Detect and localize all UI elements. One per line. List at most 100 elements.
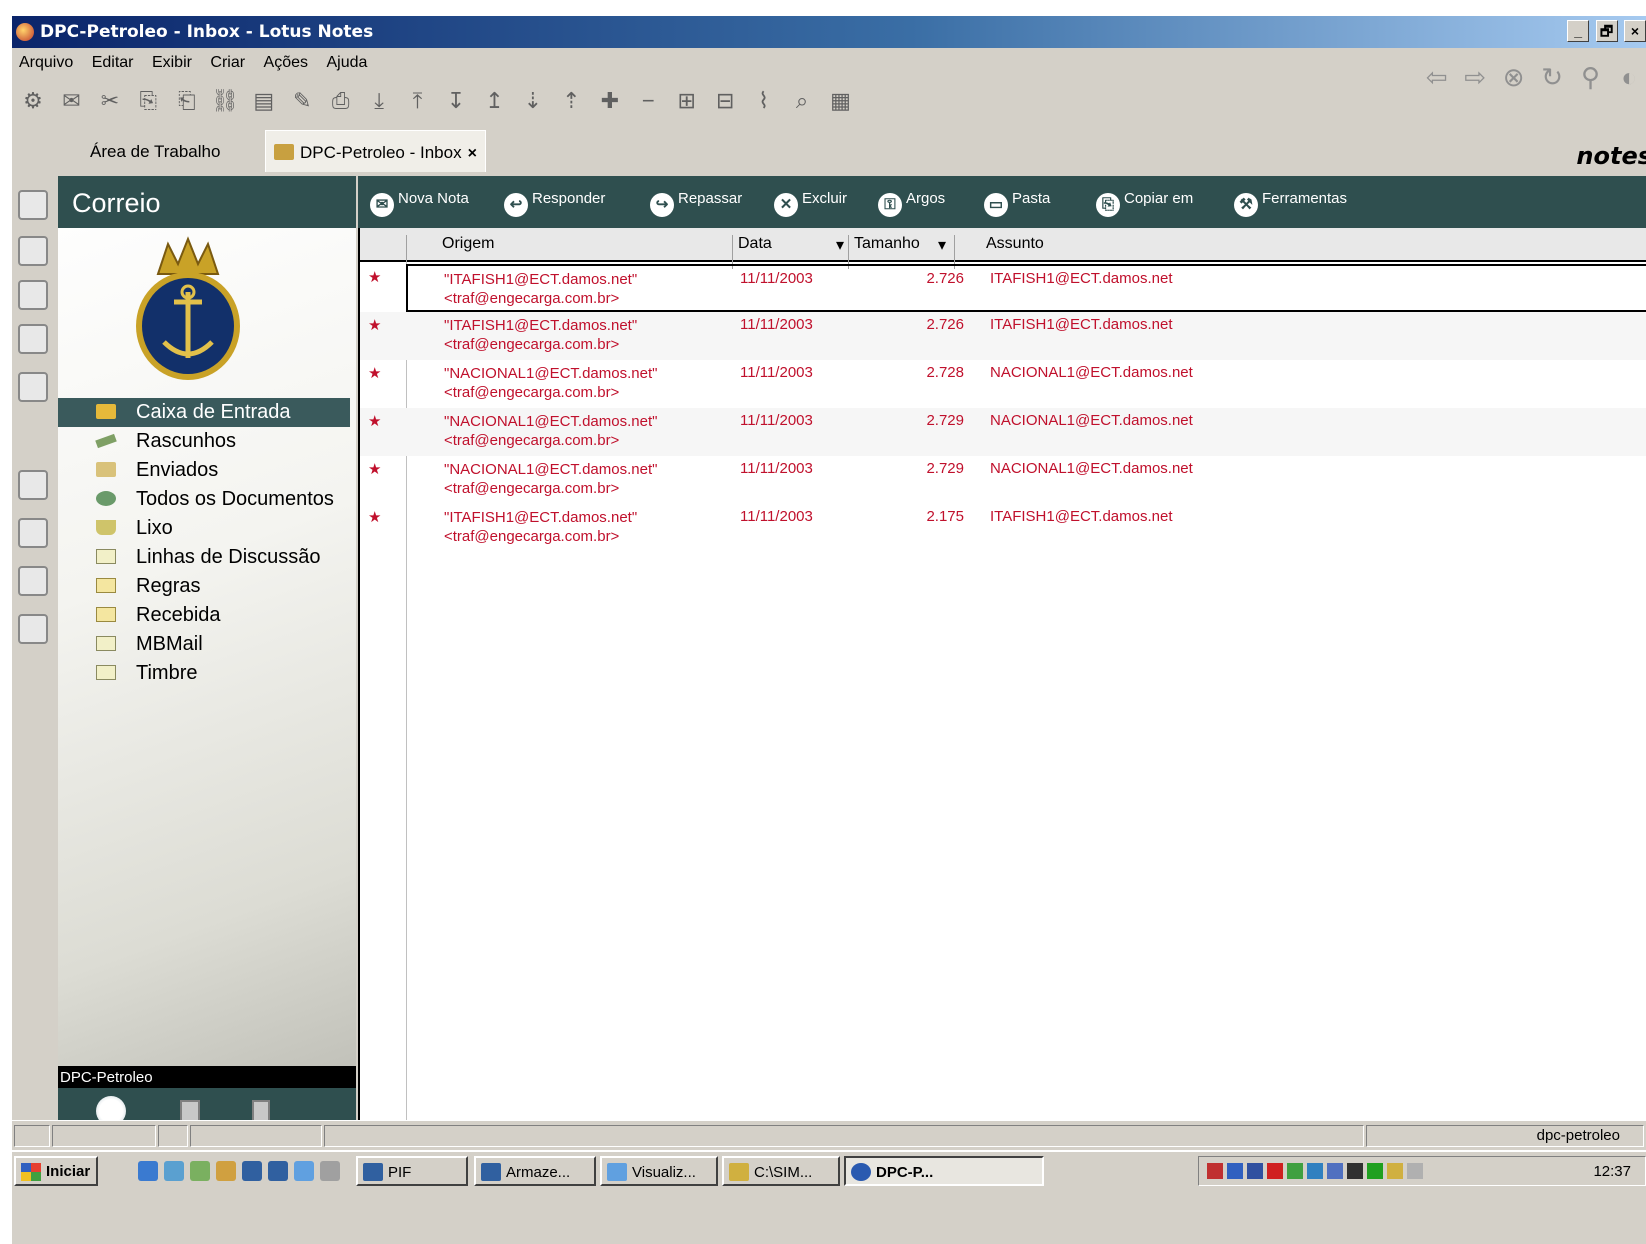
tray-icon[interactable]	[1327, 1163, 1343, 1179]
folder-regras[interactable]: Regras	[58, 572, 356, 601]
tray-icon[interactable]	[1247, 1163, 1263, 1179]
refresh-icon[interactable]: ↻	[1535, 60, 1569, 94]
column-tamanho[interactable]: Tamanho	[854, 235, 920, 253]
status-segment[interactable]	[52, 1125, 156, 1147]
delete-button[interactable]: ✕ Excluir	[774, 190, 847, 217]
document-icon[interactable]: ▤	[249, 86, 279, 116]
table-row[interactable]: ★ "ITAFISH1@ECT.damos.net" <traf@engecarg…	[360, 504, 1646, 552]
app-icon[interactable]	[242, 1161, 262, 1181]
status-segment[interactable]	[158, 1125, 188, 1147]
mail-bookmark-icon[interactable]	[18, 190, 48, 220]
window-icon[interactable]	[320, 1161, 340, 1181]
folder-mbmail[interactable]: MBMail	[58, 630, 356, 659]
start-button[interactable]: Iniciar	[14, 1156, 99, 1186]
globe-icon[interactable]: ◐	[1612, 60, 1646, 94]
folder-rascunhos[interactable]: Rascunhos	[58, 427, 356, 456]
collapse-icon[interactable]: −	[633, 86, 663, 116]
search-icon[interactable]: ⚲	[1574, 60, 1608, 94]
tab-close-icon[interactable]: ×	[468, 145, 477, 162]
view-grid-icon[interactable]: ▦	[826, 86, 856, 116]
sort-arrow-icon[interactable]: ▾	[938, 235, 946, 255]
reply-button[interactable]: ↩ Responder	[504, 190, 605, 217]
todo-bookmark-icon[interactable]	[18, 324, 48, 354]
replication-bookmark-icon[interactable]	[18, 372, 48, 402]
edit-icon[interactable]: ✎	[287, 86, 317, 116]
media-icon[interactable]	[294, 1161, 314, 1181]
sort-arrow-icon[interactable]: ▾	[836, 235, 844, 255]
move-down-icon[interactable]: ⤓	[364, 86, 394, 116]
status-segment[interactable]	[190, 1125, 322, 1147]
next-icon[interactable]: ↧	[441, 86, 471, 116]
tab-inbox[interactable]: DPC-Petroleo - Inbox ×	[265, 130, 486, 172]
new-memo-button[interactable]: ✉ Nova Nota	[370, 190, 469, 217]
taskbar-button-visualiz[interactable]: Visualiz...	[600, 1156, 718, 1186]
tools-button[interactable]: ⚒ Ferramentas	[1234, 190, 1347, 217]
tray-icon[interactable]	[1287, 1163, 1303, 1179]
minimize-button[interactable]: _	[1567, 20, 1590, 42]
menu-criar[interactable]: Criar	[203, 50, 252, 72]
forward-arrow-icon[interactable]: ⇨	[1458, 60, 1492, 94]
folder-lixo[interactable]: Lixo	[58, 514, 356, 543]
expand-icon[interactable]: ✚	[595, 86, 625, 116]
tray-icon[interactable]	[1367, 1163, 1383, 1179]
column-assunto[interactable]: Assunto	[986, 235, 1044, 253]
link-icon[interactable]: ⛓	[210, 86, 240, 116]
web-bookmark-icon[interactable]	[18, 614, 48, 644]
tray-icon[interactable]	[1227, 1163, 1243, 1179]
tray-icon[interactable]	[1207, 1163, 1223, 1179]
move-top-icon[interactable]: ⤒	[403, 86, 433, 116]
copy-icon[interactable]: ⎘	[133, 86, 163, 116]
editor-icon[interactable]	[216, 1161, 236, 1181]
paste-icon[interactable]: ⎗	[172, 86, 202, 116]
column-data[interactable]: Data	[738, 235, 772, 253]
desktop-icon[interactable]	[164, 1161, 184, 1181]
table-row[interactable]: ★ "NACIONAL1@ECT.damos.net" <traf@engecar…	[360, 408, 1646, 456]
table-row[interactable]: ★ "NACIONAL1@ECT.damos.net" <traf@engecar…	[360, 360, 1646, 408]
taskbar-button-sim[interactable]: C:\SIM...	[722, 1156, 840, 1186]
status-segment[interactable]	[14, 1125, 50, 1147]
next-unread-icon[interactable]: ⇣	[518, 86, 548, 116]
previous-unread-icon[interactable]: ⇡	[556, 86, 586, 116]
folder-recebida[interactable]: Recebida	[58, 601, 356, 630]
calendar-bookmark-icon[interactable]	[18, 236, 48, 266]
menu-acoes[interactable]: Ações	[257, 50, 315, 72]
menu-ajuda[interactable]: Ajuda	[319, 50, 374, 72]
tray-icon[interactable]	[1307, 1163, 1323, 1179]
folder-bookmark-icon[interactable]	[18, 566, 48, 596]
taskbar-button-pif[interactable]: PIF	[356, 1156, 468, 1186]
close-button[interactable]: ×	[1624, 20, 1646, 42]
forward-button[interactable]: ↪ Repassar	[650, 190, 742, 217]
table-row[interactable]: ★ "ITAFISH1@ECT.damos.net" <traf@engecarg…	[360, 312, 1646, 360]
table-row[interactable]: ★ "ITAFISH1@ECT.damos.net" <traf@engecarg…	[360, 264, 1646, 312]
norton-icon[interactable]	[1267, 1163, 1283, 1179]
folder-linhas-de-discussao[interactable]: Linhas de Discussão	[58, 543, 356, 572]
print-icon[interactable]: ⎙	[326, 86, 356, 116]
tray-icon[interactable]	[1347, 1163, 1363, 1179]
attachment-icon[interactable]: ⌇	[749, 86, 779, 116]
menu-editar[interactable]: Editar	[85, 50, 141, 72]
taskbar-button-armaze[interactable]: Armaze...	[474, 1156, 596, 1186]
argos-button[interactable]: ⚿ Argos	[878, 190, 945, 217]
folder-enviados[interactable]: Enviados	[58, 456, 356, 485]
system-clock[interactable]: 12:37	[1593, 1163, 1631, 1180]
folder-caixa-de-entrada[interactable]: Caixa de Entrada	[58, 398, 350, 427]
explorer-icon[interactable]	[190, 1161, 210, 1181]
title-bar[interactable]: DPC-Petroleo - Inbox - Lotus Notes _ 🗗 ×	[12, 16, 1646, 48]
contacts-bookmark-icon[interactable]	[18, 280, 48, 310]
stop-icon[interactable]: ⊗	[1497, 60, 1531, 94]
tab-area-de-trabalho[interactable]: Área de Trabalho	[90, 142, 220, 162]
taskbar-button-dpc[interactable]: DPC-P...	[844, 1156, 1044, 1186]
back-arrow-icon[interactable]: ⇦	[1420, 60, 1454, 94]
table-row[interactable]: ★ "NACIONAL1@ECT.damos.net" <traf@engecar…	[360, 456, 1646, 504]
tray-icon[interactable]	[1387, 1163, 1403, 1179]
folder-timbre[interactable]: Timbre	[58, 659, 356, 688]
copy-into-button[interactable]: ⎘ Copiar em	[1096, 190, 1193, 217]
app-icon[interactable]	[268, 1161, 288, 1181]
volume-icon[interactable]	[1407, 1163, 1423, 1179]
open-icon[interactable]: ✉	[56, 86, 86, 116]
folder-todos-os-documentos[interactable]: Todos os Documentos	[58, 485, 356, 514]
cut-icon[interactable]: ✂	[95, 86, 125, 116]
menu-arquivo[interactable]: Arquivo	[12, 50, 80, 72]
databases-bookmark-icon[interactable]	[18, 518, 48, 548]
menu-exibir[interactable]: Exibir	[145, 50, 199, 72]
